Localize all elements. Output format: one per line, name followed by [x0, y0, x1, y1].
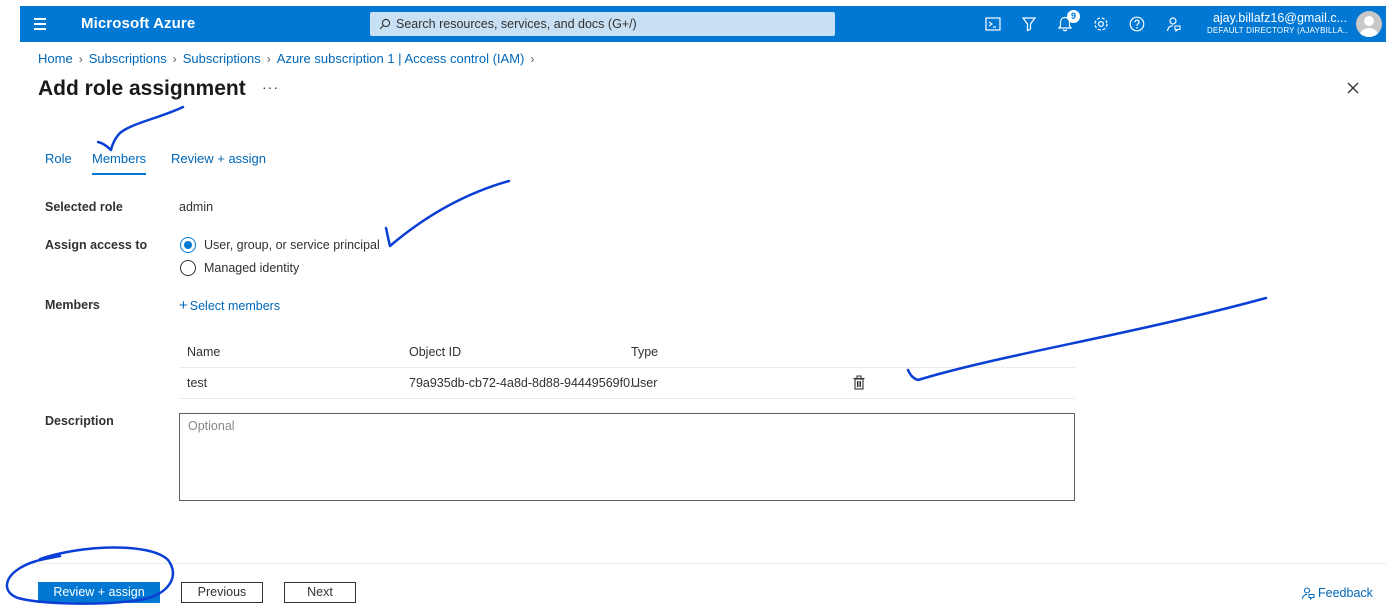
breadcrumb-subscriptions-2[interactable]: Subscriptions — [183, 51, 261, 66]
hamburger-menu-icon[interactable] — [32, 15, 50, 33]
top-navigation-bar: Microsoft Azure Search resources, servic… — [20, 6, 1386, 42]
members-label: Members — [45, 298, 100, 312]
breadcrumb-access-control[interactable]: Azure subscription 1 | Access control (I… — [277, 51, 525, 66]
radio-user-group-sp[interactable]: User, group, or service principal — [180, 237, 380, 253]
close-icon[interactable] — [1345, 80, 1361, 96]
help-icon[interactable] — [1128, 15, 1146, 33]
user-avatar-icon — [1359, 16, 1379, 37]
column-header-type: Type — [631, 345, 659, 359]
review-assign-button[interactable]: Review + assign — [38, 582, 160, 603]
breadcrumb-home[interactable]: Home — [38, 51, 73, 66]
trash-icon[interactable] — [852, 375, 866, 390]
feedback-person-icon[interactable] — [1164, 15, 1182, 33]
radio-button-checked[interactable] — [180, 237, 196, 253]
breadcrumb: Home › Subscriptions › Subscriptions › Azure s… — [38, 51, 540, 66]
member-type: User — [631, 376, 658, 390]
column-header-name: Name — [187, 345, 221, 359]
member-name: test — [187, 376, 208, 390]
description-label: Description — [45, 414, 114, 428]
table-row: test 79a935db-cb72-4a8d-8d88-94449569f0.… — [179, 368, 1075, 399]
selected-role-label: Selected role — [45, 200, 123, 214]
table-header-row: Name Object ID Type — [179, 338, 1075, 368]
annotation-stroke-members-tab — [96, 105, 185, 152]
select-members-text: Select members — [189, 299, 281, 313]
cloud-shell-icon[interactable] — [984, 15, 1002, 33]
tab-review-assign[interactable]: Review + assign — [171, 151, 266, 173]
selected-role-value: admin — [179, 200, 214, 214]
previous-button[interactable]: Previous — [181, 582, 263, 603]
tab-members[interactable]: Members — [92, 151, 147, 175]
global-search-input[interactable]: Search resources, services, and docs (G+… — [370, 12, 835, 36]
radio-button[interactable] — [180, 260, 196, 276]
feedback-text: Feedback — [1318, 586, 1373, 600]
annotation-stroke-radio — [384, 179, 511, 248]
radio-label-user-group-sp: User, group, or service principal — [204, 238, 380, 252]
footer-divider — [20, 563, 1386, 564]
tab-role[interactable]: Role — [45, 151, 72, 173]
notification-count-badge: 9 — [1067, 10, 1080, 23]
radio-managed-identity[interactable]: Managed identity — [180, 260, 299, 276]
account-info[interactable]: ajay.billafz16@gmail.c... DEFAULT DIRECT… — [1207, 11, 1347, 35]
breadcrumb-subscriptions[interactable]: Subscriptions — [89, 51, 167, 66]
directory-filter-icon[interactable] — [1020, 15, 1038, 33]
account-name: ajay.billafz16@gmail.c... — [1212, 11, 1347, 25]
azure-brand[interactable]: Microsoft Azure — [81, 15, 195, 32]
search-placeholder: Search resources, services, and docs (G+… — [396, 17, 637, 31]
select-members-link[interactable]: + Select members — [179, 297, 280, 314]
chevron-right-icon: › — [78, 52, 83, 66]
chevron-right-icon: › — [530, 52, 535, 66]
feedback-link[interactable]: Feedback — [1301, 586, 1373, 600]
search-icon — [379, 18, 391, 30]
chevron-right-icon: › — [266, 52, 271, 66]
radio-label-managed-identity: Managed identity — [204, 261, 300, 275]
feedback-icon — [1301, 587, 1315, 600]
notifications-button[interactable]: 9 — [1056, 10, 1080, 33]
chevron-right-icon: › — [172, 52, 177, 66]
next-button[interactable]: Next — [284, 582, 356, 603]
description-field[interactable] — [179, 413, 1075, 501]
column-header-object-id: Object ID — [409, 345, 462, 359]
more-options-button[interactable]: ··· — [262, 79, 279, 95]
avatar[interactable] — [1356, 11, 1382, 37]
plus-icon: + — [179, 297, 188, 314]
gear-icon[interactable] — [1092, 15, 1110, 33]
page-title: Add role assignment — [38, 77, 246, 100]
member-object-id: 79a935db-cb72-4a8d-8d88-94449569f0... — [409, 376, 641, 390]
assign-access-label: Assign access to — [45, 238, 148, 252]
account-directory: DEFAULT DIRECTORY (AJAYBILLA... — [1207, 26, 1347, 35]
